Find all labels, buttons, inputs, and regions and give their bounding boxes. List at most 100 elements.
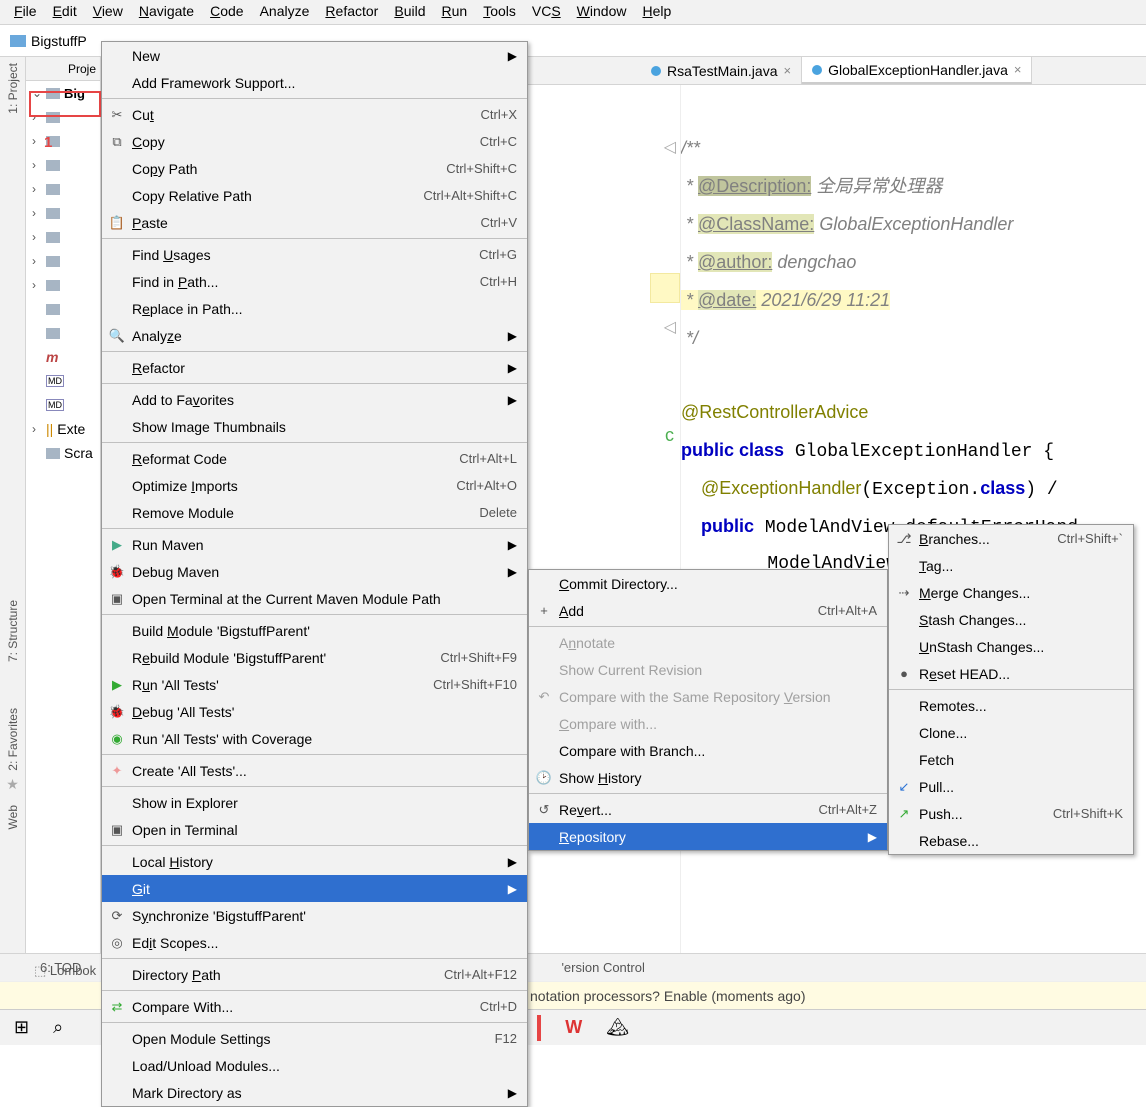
tree-row[interactable]: MD <box>26 393 100 417</box>
menu-item-run-maven[interactable]: ▶Run Maven▶ <box>102 531 527 558</box>
menu-view[interactable]: View <box>85 0 131 24</box>
menu-item-add-framework-support[interactable]: Add Framework Support... <box>102 69 527 96</box>
chevron-down-icon[interactable]: ⌄ <box>32 86 42 100</box>
tree-row[interactable]: › <box>26 273 100 297</box>
menu-item-synchronize-bigstuffparent[interactable]: ⟳Synchronize 'BigstuffParent' <box>102 902 527 929</box>
menu-item-branches[interactable]: ⎇Branches...Ctrl+Shift+` <box>889 525 1133 552</box>
menu-item-create-all-tests[interactable]: ✦Create 'All Tests'... <box>102 757 527 784</box>
menu-item-add[interactable]: +AddCtrl+Alt+A <box>529 597 887 624</box>
tree-row[interactable]: › <box>26 105 100 129</box>
menu-item-revert[interactable]: ↺Revert...Ctrl+Alt+Z <box>529 796 887 823</box>
menu-item-show-image-thumbnails[interactable]: Show Image Thumbnails <box>102 413 527 440</box>
tree-row[interactable] <box>26 297 100 321</box>
menu-item-load-unload-modules[interactable]: Load/Unload Modules... <box>102 1052 527 1079</box>
menu-item-commit-directory[interactable]: Commit Directory... <box>529 570 887 597</box>
class-gutter-icon[interactable]: c <box>665 425 674 446</box>
menu-item-merge-changes[interactable]: ⇢Merge Changes... <box>889 579 1133 606</box>
editor-tab[interactable]: GlobalExceptionHandler.java× <box>802 57 1032 84</box>
menu-item-open-in-terminal[interactable]: ▣Open in Terminal <box>102 816 527 843</box>
structure-tool-button[interactable]: 7: Structure <box>6 600 20 662</box>
close-icon[interactable]: × <box>784 63 792 78</box>
tree-row[interactable]: › <box>26 177 100 201</box>
menu-item-remove-module[interactable]: Remove ModuleDelete <box>102 499 527 526</box>
menu-item-debug-maven[interactable]: 🐞Debug Maven▶ <box>102 558 527 585</box>
menu-item-repository[interactable]: Repository▶ <box>529 823 887 850</box>
tree-row[interactable]: MD <box>26 369 100 393</box>
menu-item-local-history[interactable]: Local History▶ <box>102 848 527 875</box>
menu-item-compare-with[interactable]: ⇄Compare With...Ctrl+D <box>102 993 527 1020</box>
menu-item-compare-with-branch[interactable]: Compare with Branch... <box>529 737 887 764</box>
menu-item-reformat-code[interactable]: Reformat CodeCtrl+Alt+L <box>102 445 527 472</box>
menu-item-optimize-imports[interactable]: Optimize ImportsCtrl+Alt+O <box>102 472 527 499</box>
tree-scratch[interactable]: Scra <box>26 441 100 465</box>
menu-item-run-all-tests-with-coverage[interactable]: ◉Run 'All Tests' with Coverage <box>102 725 527 752</box>
menu-item-unstash-changes[interactable]: UnStash Changes... <box>889 633 1133 660</box>
lombok-button[interactable]: Lombok <box>50 963 96 978</box>
menu-analyze[interactable]: Analyze <box>252 0 318 24</box>
menu-item-tag[interactable]: Tag... <box>889 552 1133 579</box>
vcs-panel-label[interactable]: 'ersion Control <box>561 960 644 975</box>
menu-item-mark-directory-as[interactable]: Mark Directory as▶ <box>102 1079 527 1106</box>
menu-item-analyze[interactable]: 🔍Analyze▶ <box>102 322 527 349</box>
menu-item-open-terminal-at-the-current-maven-module-path[interactable]: ▣Open Terminal at the Current Maven Modu… <box>102 585 527 612</box>
menu-item-rebuild-module-bigstuffparent[interactable]: Rebuild Module 'BigstuffParent'Ctrl+Shif… <box>102 644 527 671</box>
windows-start-icon[interactable]: ⊞ <box>14 1017 29 1038</box>
menu-item-paste[interactable]: 📋PasteCtrl+V <box>102 209 527 236</box>
tree-row[interactable] <box>26 321 100 345</box>
taskbar-app-icon[interactable] <box>537 1015 541 1041</box>
menu-navigate[interactable]: Navigate <box>131 0 202 24</box>
menu-item-copy[interactable]: ⧉CopyCtrl+C <box>102 128 527 155</box>
menu-item-find-in-path[interactable]: Find in Path...Ctrl+H <box>102 268 527 295</box>
menu-item-replace-in-path[interactable]: Replace in Path... <box>102 295 527 322</box>
tree-row[interactable]: › <box>26 129 100 153</box>
favorites-tool-button[interactable]: 2: Favorites <box>6 708 20 771</box>
project-tool-button[interactable]: 1: Project <box>6 63 20 114</box>
menu-item-pull[interactable]: ↙Pull... <box>889 773 1133 800</box>
close-icon[interactable]: × <box>1014 62 1022 77</box>
menu-item-copy-path[interactable]: Copy PathCtrl+Shift+C <box>102 155 527 182</box>
menu-item-cut[interactable]: ✂CutCtrl+X <box>102 101 527 128</box>
menu-item-fetch[interactable]: Fetch <box>889 746 1133 773</box>
menu-item-stash-changes[interactable]: Stash Changes... <box>889 606 1133 633</box>
menu-item-copy-relative-path[interactable]: Copy Relative PathCtrl+Alt+Shift+C <box>102 182 527 209</box>
menu-item-show-history[interactable]: 🕑Show History <box>529 764 887 791</box>
menu-item-push[interactable]: ↗Push...Ctrl+Shift+K <box>889 800 1133 827</box>
tree-row[interactable]: › <box>26 153 100 177</box>
breadcrumb-root[interactable]: BigstuffP <box>31 33 87 49</box>
menu-file[interactable]: File <box>6 0 45 24</box>
menu-window[interactable]: Window <box>569 0 635 24</box>
wps-icon[interactable]: W <box>565 1017 582 1038</box>
menu-tools[interactable]: Tools <box>475 0 524 24</box>
tree-row[interactable]: m <box>26 345 100 369</box>
tree-row[interactable]: › <box>26 201 100 225</box>
menu-item-git[interactable]: Git▶ <box>102 875 527 902</box>
search-icon[interactable]: ⌕ <box>53 1017 63 1038</box>
menu-build[interactable]: Build <box>386 0 433 24</box>
menu-item-add-to-favorites[interactable]: Add to Favorites▶ <box>102 386 527 413</box>
menu-refactor[interactable]: Refactor <box>317 0 386 24</box>
menu-code[interactable]: Code <box>202 0 251 24</box>
menu-item-edit-scopes[interactable]: ◎Edit Scopes... <box>102 929 527 956</box>
menu-item-show-in-explorer[interactable]: Show in Explorer <box>102 789 527 816</box>
fold-icon[interactable]: ◁ <box>664 317 676 337</box>
menu-item-directory-path[interactable]: Directory PathCtrl+Alt+F12 <box>102 961 527 988</box>
menu-item-clone[interactable]: Clone... <box>889 719 1133 746</box>
menu-item-rebase[interactable]: Rebase... <box>889 827 1133 854</box>
fold-icon[interactable]: ◁ <box>664 137 676 157</box>
web-tool-button[interactable]: Web <box>6 805 20 829</box>
editor-tab[interactable]: RsaTestMain.java× <box>641 57 802 84</box>
app-icon[interactable]: 🏔 <box>606 1017 629 1038</box>
menu-item-debug-all-tests[interactable]: 🐞Debug 'All Tests' <box>102 698 527 725</box>
tree-external[interactable]: ›||Exte <box>26 417 100 441</box>
menu-item-new[interactable]: New▶ <box>102 42 527 69</box>
menu-item-find-usages[interactable]: Find UsagesCtrl+G <box>102 241 527 268</box>
menu-item-reset-head[interactable]: ●Reset HEAD... <box>889 660 1133 687</box>
menu-vcs[interactable]: VCS <box>524 0 569 24</box>
tree-row[interactable]: › <box>26 225 100 249</box>
tree-root-row[interactable]: ⌄ Big <box>26 81 100 105</box>
menu-item-open-module-settings[interactable]: Open Module SettingsF12 <box>102 1025 527 1052</box>
menu-item-remotes[interactable]: Remotes... <box>889 692 1133 719</box>
menu-item-run-all-tests[interactable]: ▶Run 'All Tests'Ctrl+Shift+F10 <box>102 671 527 698</box>
menu-edit[interactable]: Edit <box>45 0 85 24</box>
menu-run[interactable]: Run <box>433 0 475 24</box>
